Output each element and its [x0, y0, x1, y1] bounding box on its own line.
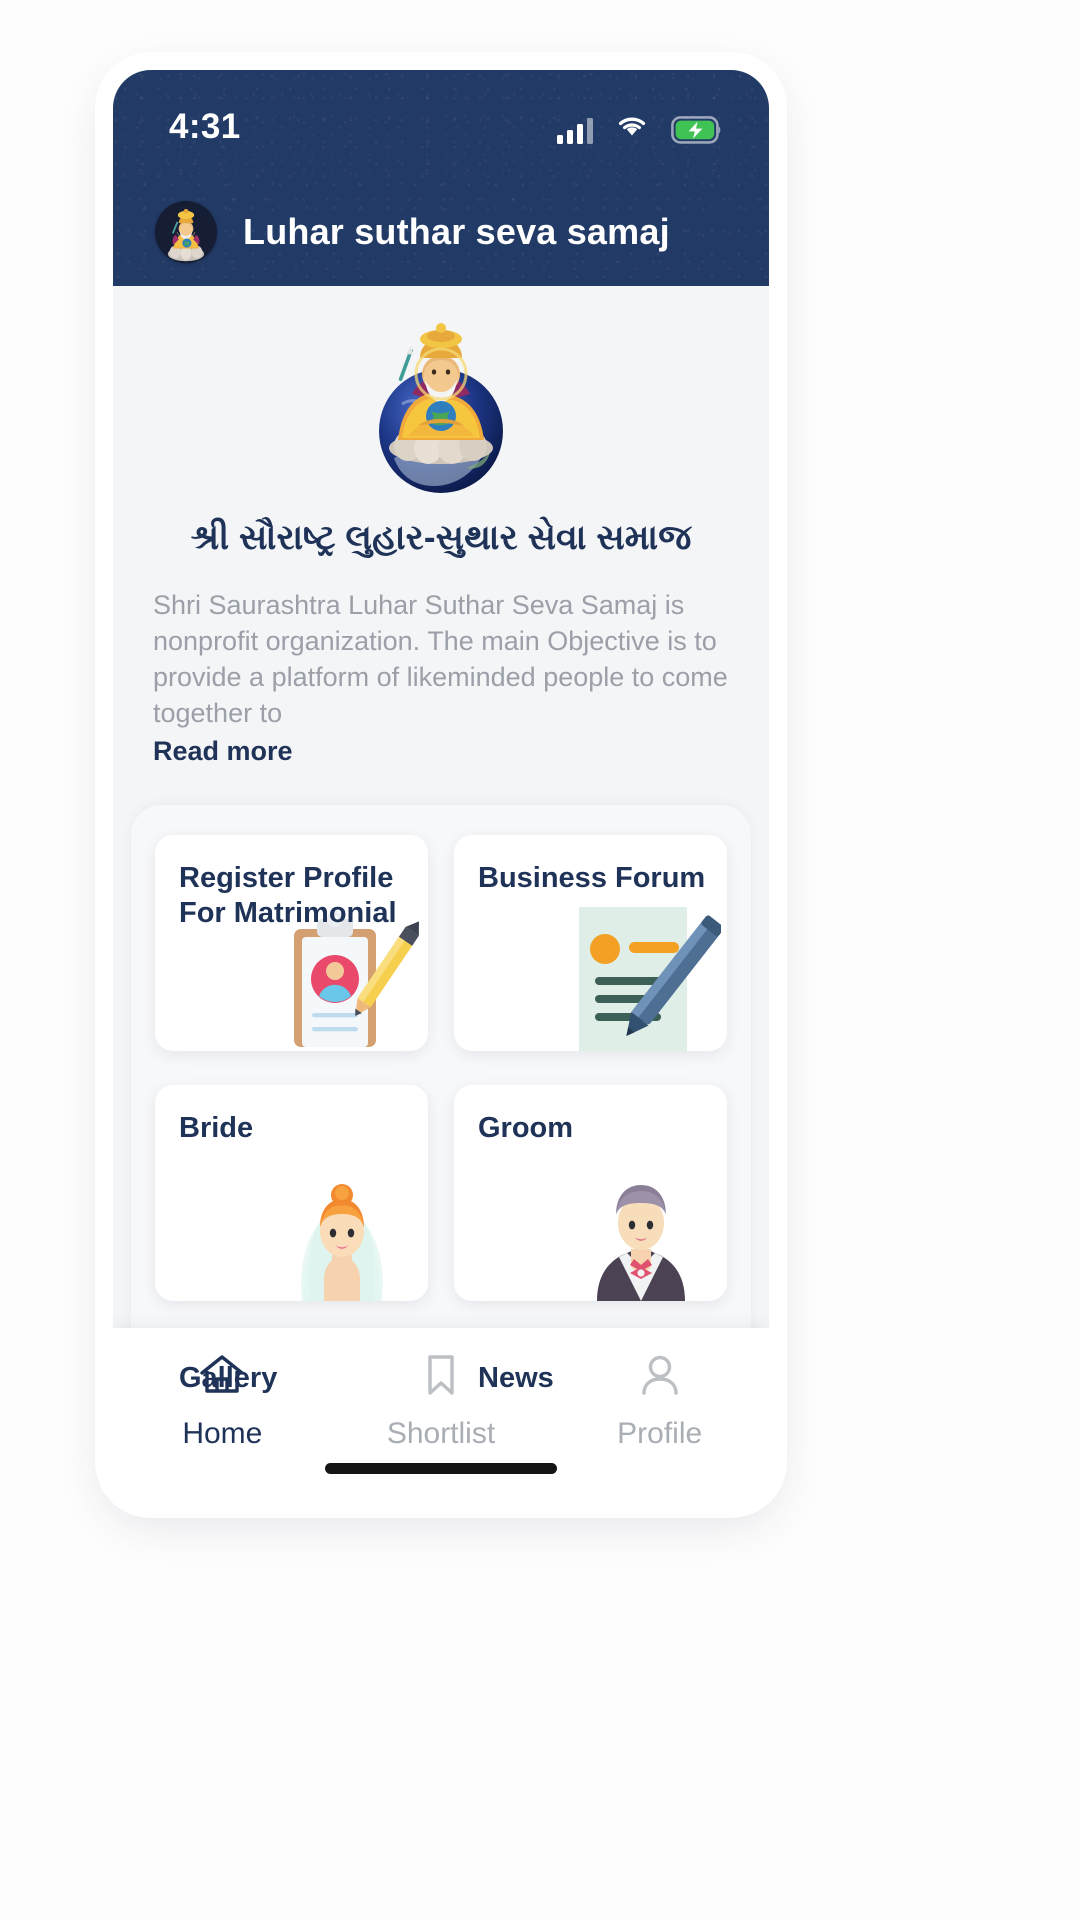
page-title: શ્રી સૌરાષ્ટ્ર લુહાર-સુથાર સેવા સમાજ [190, 518, 692, 557]
about-description: Shri Saurashtra Luhar Suthar Seva Samaj … [153, 590, 728, 728]
tile-label: Business Forum [478, 861, 706, 894]
read-more-link[interactable]: Read more [153, 736, 293, 767]
groom-avatar-icon [561, 1153, 721, 1301]
phone-screen: 4:31 Luhar suthar seva samaj શ્રી સૌરાષ્… [113, 70, 769, 1500]
hero-section: શ્રી સૌરાષ્ટ્ર લુહાર-સુથાર સેવા સમાજ Shr… [113, 286, 769, 773]
tile-bride[interactable]: Bride [155, 1084, 428, 1301]
vishwakarma-avatar-icon [155, 201, 217, 263]
wifi-icon [615, 112, 649, 143]
vishwakarma-globe-logo [379, 323, 503, 493]
battery-charging-icon [671, 116, 723, 144]
tab-label: Home [182, 1417, 263, 1450]
status-icon-group [557, 112, 723, 144]
status-bar: 4:31 [113, 70, 769, 178]
tile-register-profile-for-matrimonial[interactable]: Register Profile For Matrimonial [155, 834, 428, 1051]
status-clock: 4:31 [169, 107, 241, 146]
bookmark-icon [421, 1352, 461, 1403]
app-title: Luhar suthar seva samaj [243, 211, 670, 252]
bride-avatar-icon [262, 1153, 422, 1301]
tile-business-forum[interactable]: Business Forum [454, 834, 727, 1051]
bottom-navigation: Home Shortlist Profile [113, 1328, 769, 1500]
home-indicator [325, 1463, 557, 1474]
tile-row: Bride Groom [155, 1084, 727, 1301]
tile-label: Gallery [179, 1361, 278, 1394]
tile-label: Groom [478, 1111, 574, 1144]
tile-label: Bride [179, 1111, 254, 1144]
screen-scroll-body[interactable]: શ્રી સૌરાષ્ટ્ર લુહાર-સુથાર સેવા સમાજ Shr… [113, 286, 769, 1500]
document-pen-icon [561, 903, 721, 1051]
tile-groom[interactable]: Groom [454, 1084, 727, 1301]
tile-row: Register Profile For Matrimonial Busines… [155, 834, 727, 1051]
screenshot-stage: 4:31 Luhar suthar seva samaj શ્રી સૌરાષ્… [0, 0, 1080, 1920]
tile-label: Register Profile For Matrimonial [179, 861, 397, 929]
tab-label: Shortlist [386, 1417, 496, 1450]
tab-label: Profile [617, 1417, 703, 1450]
tile-label: News [478, 1361, 554, 1394]
phone-frame: 4:31 Luhar suthar seva samaj શ્રી સૌરાષ્… [105, 62, 777, 1508]
signal-bars-icon [557, 118, 593, 144]
app-header: Luhar suthar seva samaj [113, 178, 769, 286]
